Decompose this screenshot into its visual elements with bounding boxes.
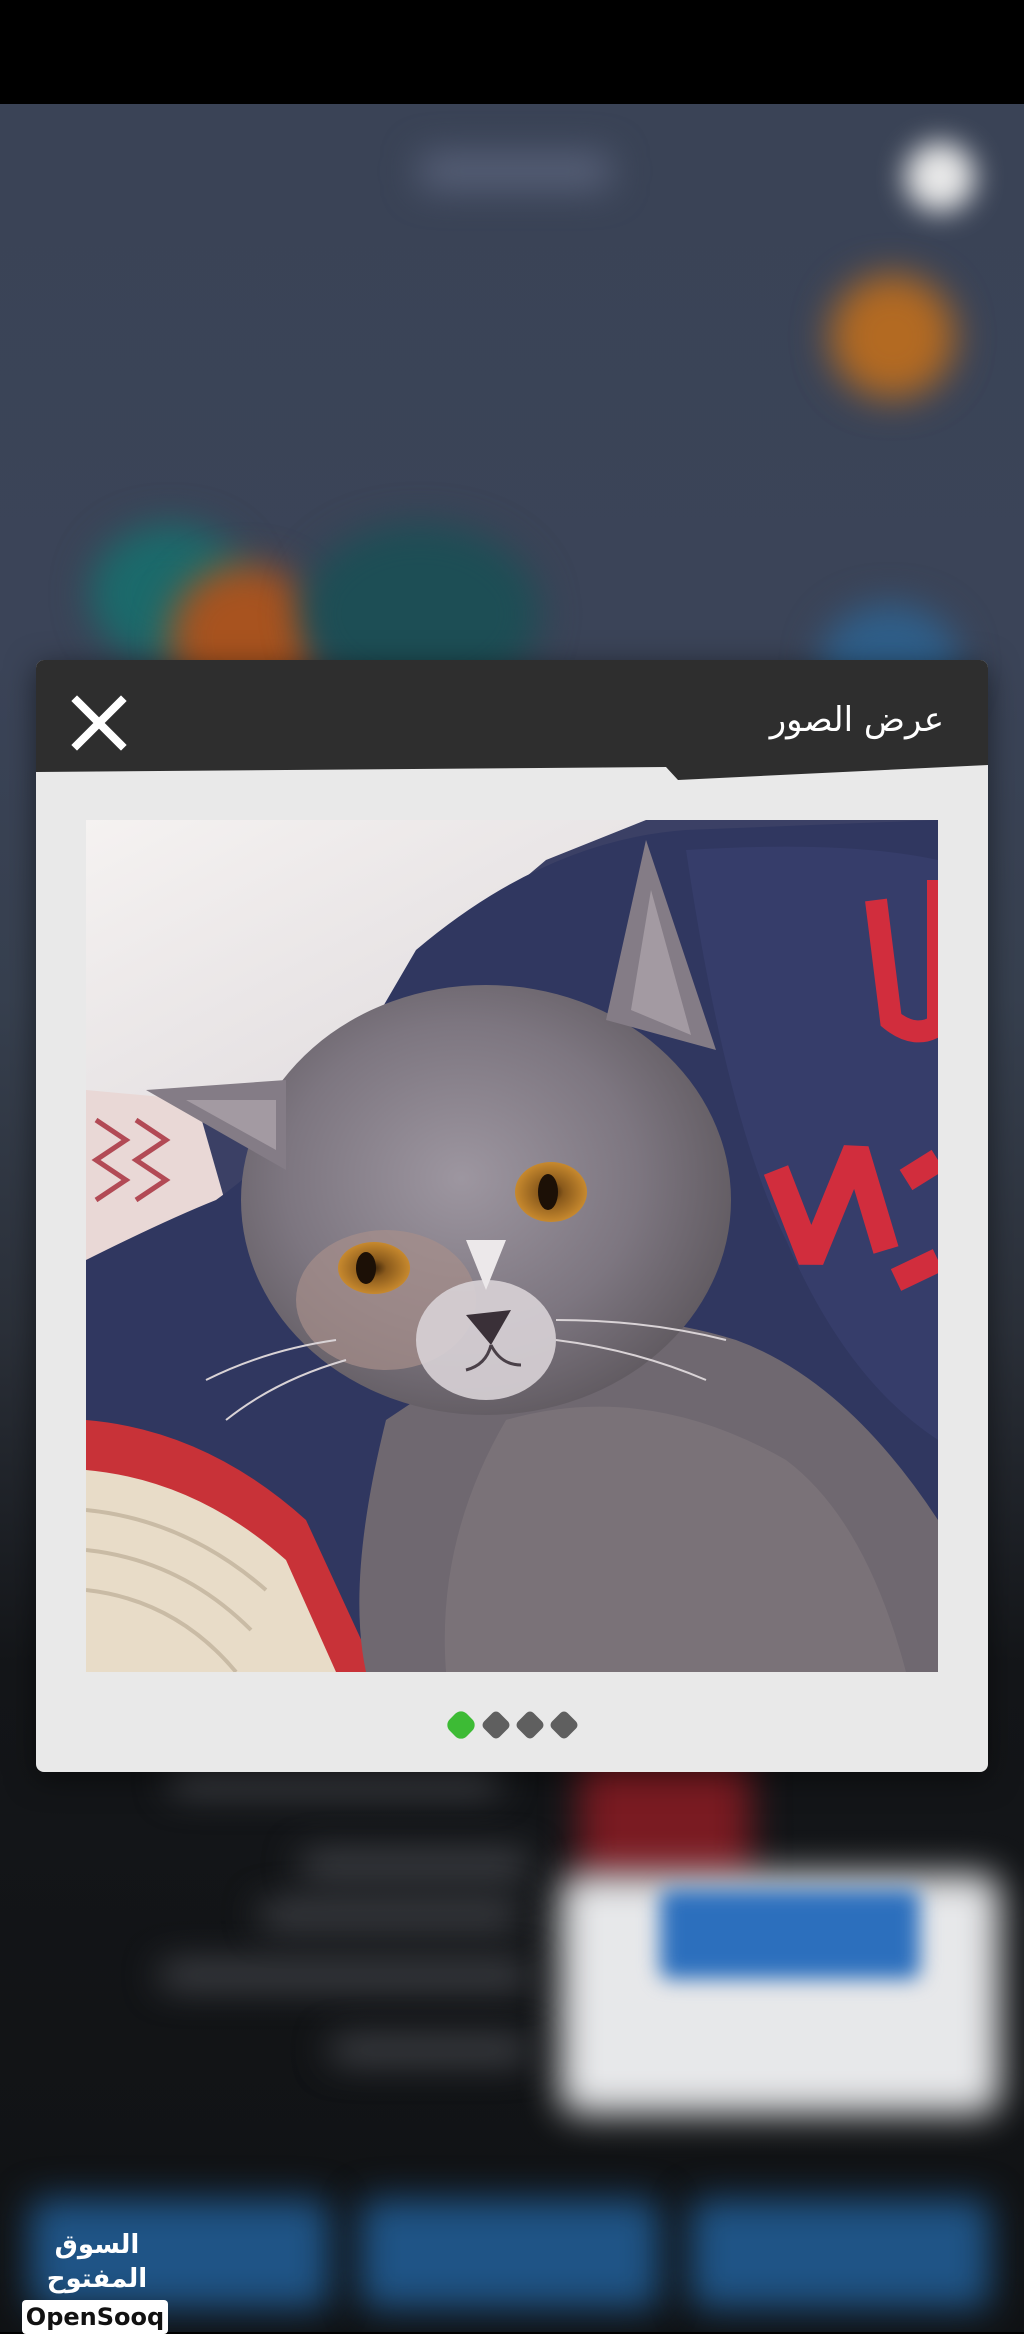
- background-avatar: [830, 274, 955, 399]
- close-icon: [71, 695, 127, 751]
- gallery-pagination: [36, 1705, 988, 1745]
- background-card-button: [660, 1889, 920, 1979]
- background-bottom-button: [360, 2199, 660, 2309]
- pagination-dot-4[interactable]: [548, 1709, 580, 1741]
- background-text-line: [260, 1904, 520, 1926]
- pagination-dot-3[interactable]: [514, 1709, 546, 1741]
- logo-arabic-text: السوق المفتوح: [46, 2230, 148, 2294]
- pagination-dot-1[interactable]: [444, 1708, 478, 1742]
- opensooq-logo: السوق المفتوح OpenSooq: [22, 2228, 172, 2334]
- background-text-line: [300, 1854, 530, 1876]
- background-bottom-button: [690, 2199, 990, 2309]
- background-text-line: [170, 1769, 500, 1791]
- background-text-line: [330, 2039, 530, 2061]
- close-button[interactable]: [64, 688, 134, 758]
- background-menu-icon: [905, 142, 975, 212]
- background-header-title: [420, 154, 610, 188]
- gallery-photo[interactable]: [86, 820, 938, 1672]
- status-bar: [0, 0, 1024, 104]
- dialog-title: عرض الصور: [769, 700, 944, 740]
- image-gallery-dialog: عرض الصور: [36, 660, 988, 1772]
- logo-latin-text: OpenSooq: [22, 2300, 168, 2334]
- pagination-dot-2[interactable]: [480, 1709, 512, 1741]
- background-text-line: [160, 1964, 530, 1986]
